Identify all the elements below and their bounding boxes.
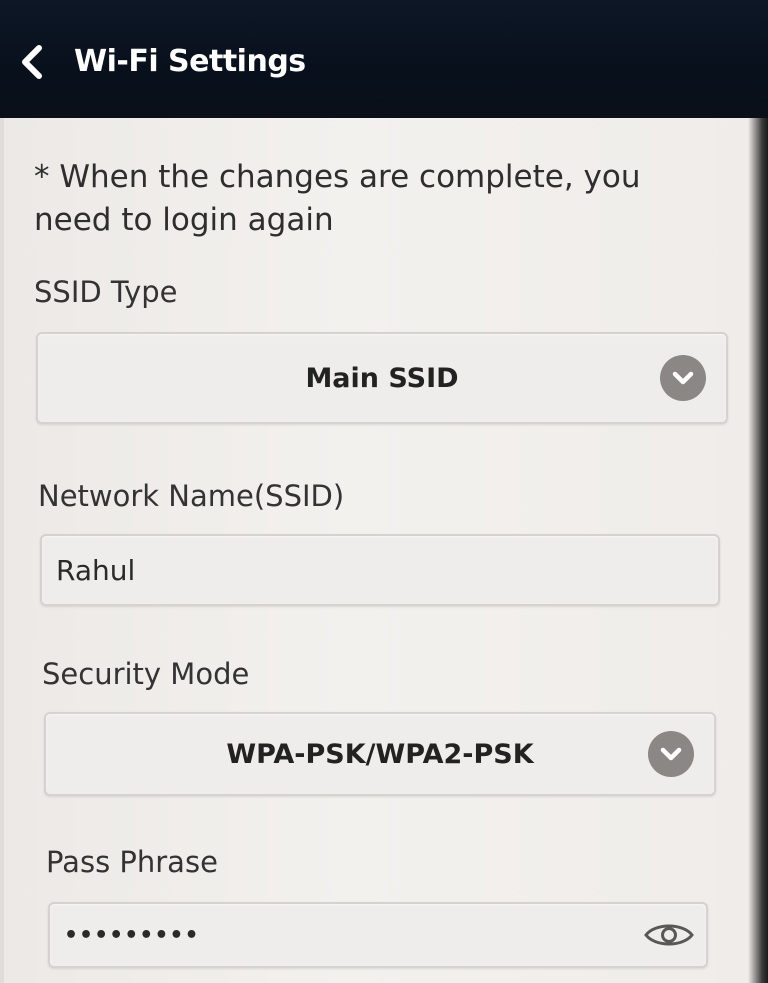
chevron-down-icon-glyph [660, 747, 682, 761]
top-app-bar: Wi-Fi Settings [0, 0, 768, 118]
network-name-label: Network Name(SSID) [38, 479, 345, 513]
chevron-down-icon-glyph [672, 371, 694, 385]
login-notice: * When the changes are complete, you nee… [34, 159, 641, 238]
security-mode-value: WPA-PSK/WPA2-PSK [226, 738, 534, 770]
security-mode-label: Security Mode [42, 657, 250, 691]
network-name-value: Rahul [56, 553, 136, 587]
screen-bezel-edge [748, 118, 768, 983]
eye-icon-glyph [644, 924, 694, 946]
chevron-down-icon[interactable] [660, 355, 706, 401]
security-mode-select[interactable]: WPA-PSK/WPA2-PSK [44, 712, 716, 796]
chevron-left-icon [22, 45, 42, 79]
ssid-type-value: Main SSID [305, 362, 459, 394]
ssid-type-select[interactable]: Main SSID [36, 332, 728, 424]
network-name-input[interactable]: Rahul [40, 534, 720, 606]
back-button[interactable] [14, 40, 50, 84]
pass-phrase-label: Pass Phrase [46, 845, 218, 879]
page-title: Wi-Fi Settings [74, 44, 306, 79]
ssid-type-label: SSID Type [34, 275, 178, 309]
settings-form: * When the changes are complete, you nee… [0, 118, 768, 983]
pass-phrase-input[interactable]: ••••••••• [48, 902, 708, 968]
eye-icon[interactable] [642, 917, 696, 953]
pass-phrase-value: ••••••••• [64, 922, 200, 948]
chevron-down-icon[interactable] [648, 731, 694, 777]
wifi-settings-screen: Wi-Fi Settings * When the changes are co… [0, 0, 768, 983]
